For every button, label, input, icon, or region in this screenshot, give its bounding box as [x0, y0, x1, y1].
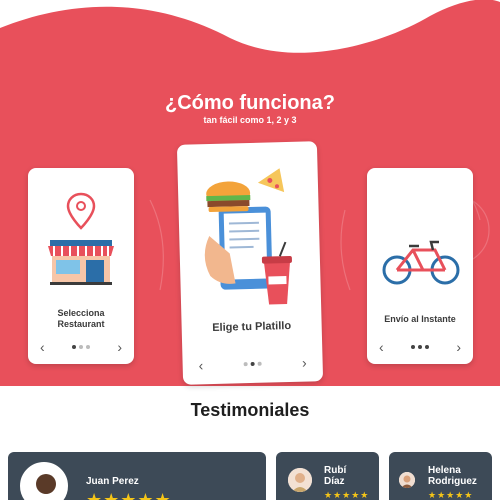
chevron-left-icon[interactable]: ‹ [198, 357, 203, 373]
testimonials-title: Testimoniales [190, 400, 310, 420]
carousel-nav: ‹ › [28, 340, 134, 354]
hero-section: ¿Cómo funciona? tan fácil como 1, 2 y 3 … [0, 0, 500, 386]
testimonial-name: Juan Perez [86, 476, 139, 487]
testimonial-name: Helena Rodriguez [428, 465, 477, 487]
carousel-dot[interactable] [243, 362, 248, 367]
carousel-dot[interactable] [425, 345, 429, 349]
carousel-nav: ‹ › [367, 340, 473, 354]
testimonial-name-line1: Rubí [324, 465, 347, 476]
carousel-dot[interactable] [257, 361, 262, 366]
testimonial-name-line1: Helena [428, 465, 461, 476]
rating-stars: ★★★★★ [428, 490, 474, 500]
chevron-right-icon[interactable]: › [302, 355, 307, 371]
carousel-dots [411, 345, 429, 349]
step-label-dish: Elige tu Platillo [212, 319, 292, 335]
avatar [288, 468, 312, 492]
avatar [20, 462, 68, 500]
step-label-restaurant: Selecciona Restaurant [28, 308, 134, 330]
carousel-dot[interactable] [250, 361, 255, 367]
page-subtitle: tan fácil como 1, 2 y 3 [203, 115, 297, 125]
page: ¿Cómo funciona? tan fácil como 1, 2 y 3 … [0, 0, 500, 500]
person-icon [399, 472, 415, 488]
step-card-restaurant[interactable]: Selecciona Restaurant ‹ › [28, 168, 134, 364]
carousel-dots [72, 345, 90, 349]
chevron-left-icon[interactable]: ‹ [40, 340, 45, 354]
testimonial-card[interactable]: Helena Rodriguez ★★★★★ [389, 452, 492, 500]
carousel-dot[interactable] [418, 345, 422, 349]
carousel-dot[interactable] [86, 345, 90, 349]
testimonial-card[interactable]: Juan Perez ★★★★★ [8, 452, 266, 500]
step-card-delivery[interactable]: Envío al Instante ‹ › [367, 168, 473, 364]
rating-stars: ★★★★★ [324, 490, 370, 500]
person-icon [22, 464, 66, 500]
step-card-dish[interactable]: Elige tu Platillo ‹ › [176, 141, 324, 385]
carousel-dot[interactable] [72, 345, 76, 349]
carousel-dots [243, 361, 262, 367]
chevron-left-icon[interactable]: ‹ [379, 340, 384, 354]
rating-stars: ★★★★★ [86, 490, 172, 500]
restaurant-icon [48, 192, 114, 285]
step-label-line1: Selecciona [57, 308, 105, 318]
step-label-delivery: Envío al Instante [384, 314, 456, 324]
step-label-line2: Restaurant [57, 319, 105, 329]
food-menu-icon [204, 168, 292, 305]
testimonial-name: Rubí Díaz [324, 465, 346, 487]
avatar [399, 472, 415, 488]
chevron-right-icon[interactable]: › [456, 340, 461, 354]
testimonial-name-line2: Díaz [324, 476, 345, 487]
chevron-right-icon[interactable]: › [117, 340, 122, 354]
carousel-dot[interactable] [411, 345, 415, 349]
bicycle-icon [382, 240, 460, 285]
person-icon [288, 468, 312, 492]
carousel-dot[interactable] [79, 345, 83, 349]
testimonial-card[interactable]: Rubí Díaz ★★★★★ [276, 452, 379, 500]
carousel-nav: ‹ › [182, 355, 322, 374]
testimonial-name-line2: Rodriguez [428, 476, 477, 487]
page-title: ¿Cómo funciona? [165, 92, 335, 114]
